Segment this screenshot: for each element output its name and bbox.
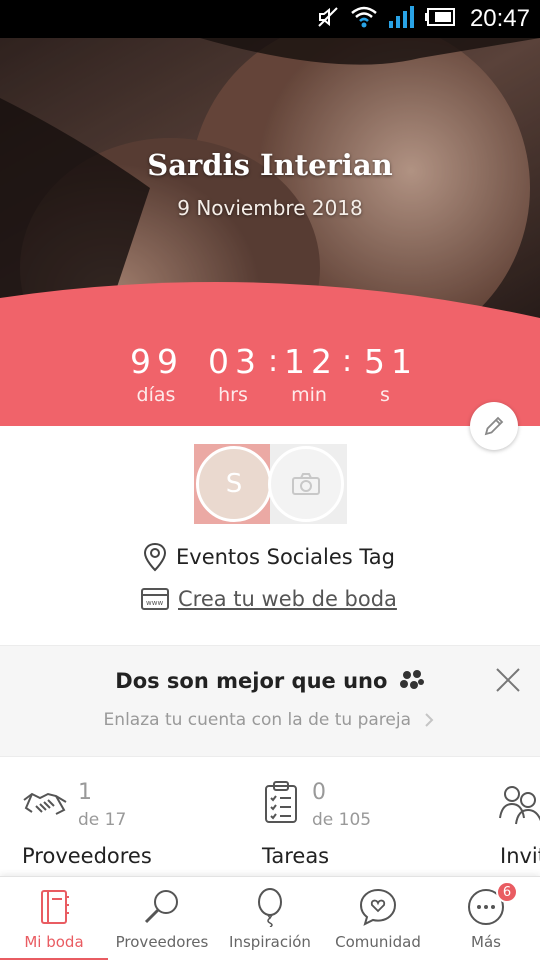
stat-tasks[interactable]: 0 de 105 Tareas: [260, 760, 480, 876]
close-banner-button[interactable]: [490, 662, 526, 698]
magnifier-icon: [144, 890, 178, 924]
create-website-link[interactable]: www Crea tu web de boda: [140, 582, 397, 616]
stat-count: 0: [312, 780, 326, 805]
edit-button[interactable]: [470, 402, 518, 450]
partner-link-banner[interactable]: Dos son mejor que uno Enlaza tu cuenta c…: [0, 645, 540, 757]
balloon-icon: [258, 888, 282, 927]
wedding-stats: 1 de 17 Proveedores 0 de 105 Tareas Invi…: [0, 760, 540, 876]
bottom-navigation: Mi boda Proveedores Inspiración Comunida…: [0, 876, 540, 960]
checklist-icon: [265, 781, 297, 823]
stat-label: Proveedores: [22, 844, 152, 868]
couple-name: Sardis Interian: [147, 148, 393, 182]
wedding-header: Sardis Interian 9 Noviembre 2018 99 días…: [0, 38, 540, 426]
battery-icon: [424, 7, 456, 31]
countdown-seconds: 51: [364, 342, 418, 381]
nav-label: Más: [471, 933, 501, 951]
countdown: 99 días 03 hrs : 12 min : 51 s: [0, 338, 540, 418]
signal-icon: [388, 5, 414, 33]
couple-avatars: S: [194, 444, 347, 524]
nav-label: Comunidad: [335, 933, 421, 951]
notebook-icon: [41, 890, 69, 924]
close-icon: [496, 668, 520, 692]
nav-proveedores[interactable]: Proveedores: [108, 877, 216, 960]
stat-label: Tareas: [262, 844, 330, 868]
nav-label: Inspiración: [229, 933, 311, 951]
clock: 20:47: [469, 5, 530, 32]
svg-text:www: www: [146, 599, 163, 607]
stat-vendors[interactable]: 1 de 17 Proveedores: [22, 760, 242, 876]
countdown-days: 99: [130, 342, 184, 381]
stat-label: Invit: [500, 844, 540, 868]
stat-guests[interactable]: Invit: [498, 760, 540, 876]
venue-row[interactable]: Eventos Sociales Tag: [142, 540, 395, 574]
location-pin-icon: [143, 542, 167, 572]
wifi-icon: [350, 5, 378, 33]
mute-icon: [316, 5, 340, 33]
banner-title: Dos son mejor que uno: [0, 668, 540, 693]
chat-heart-icon: [359, 888, 397, 926]
add-partner-photo-button[interactable]: [268, 446, 344, 522]
banner-subtitle: Enlaza tu cuenta con la de tu pareja: [0, 710, 540, 730]
website-icon: www: [141, 588, 169, 610]
status-bar: 20:47: [0, 0, 540, 38]
camera-icon: [292, 473, 320, 495]
nav-mas[interactable]: 6 Más: [432, 877, 540, 960]
nav-comunidad[interactable]: Comunidad: [324, 877, 432, 960]
guests-icon: [499, 786, 540, 825]
avatar[interactable]: S: [196, 446, 272, 522]
pencil-icon: [484, 416, 504, 436]
nav-mi-boda[interactable]: Mi boda: [0, 877, 108, 960]
nav-inspiracion[interactable]: Inspiración: [216, 877, 324, 960]
notification-badge: 6: [496, 881, 518, 903]
wedding-date: 9 Noviembre 2018: [177, 196, 363, 220]
stat-total: de 17: [78, 810, 127, 830]
nav-label: Proveedores: [115, 933, 209, 951]
paw-prints-icon: [399, 670, 424, 689]
stat-count: 1: [78, 780, 92, 805]
app-screen: 20:47 Sardis Interian 9 Noviembre 2018 9…: [0, 0, 540, 960]
venue-name: Eventos Sociales Tag: [176, 545, 395, 569]
create-website-label: Crea tu web de boda: [178, 587, 397, 611]
nav-label: Mi boda: [24, 933, 84, 951]
countdown-seconds-label: s: [380, 384, 390, 406]
handshake-icon: [23, 792, 67, 815]
chevron-right-icon: [425, 713, 434, 727]
stat-total: de 105: [312, 810, 372, 830]
